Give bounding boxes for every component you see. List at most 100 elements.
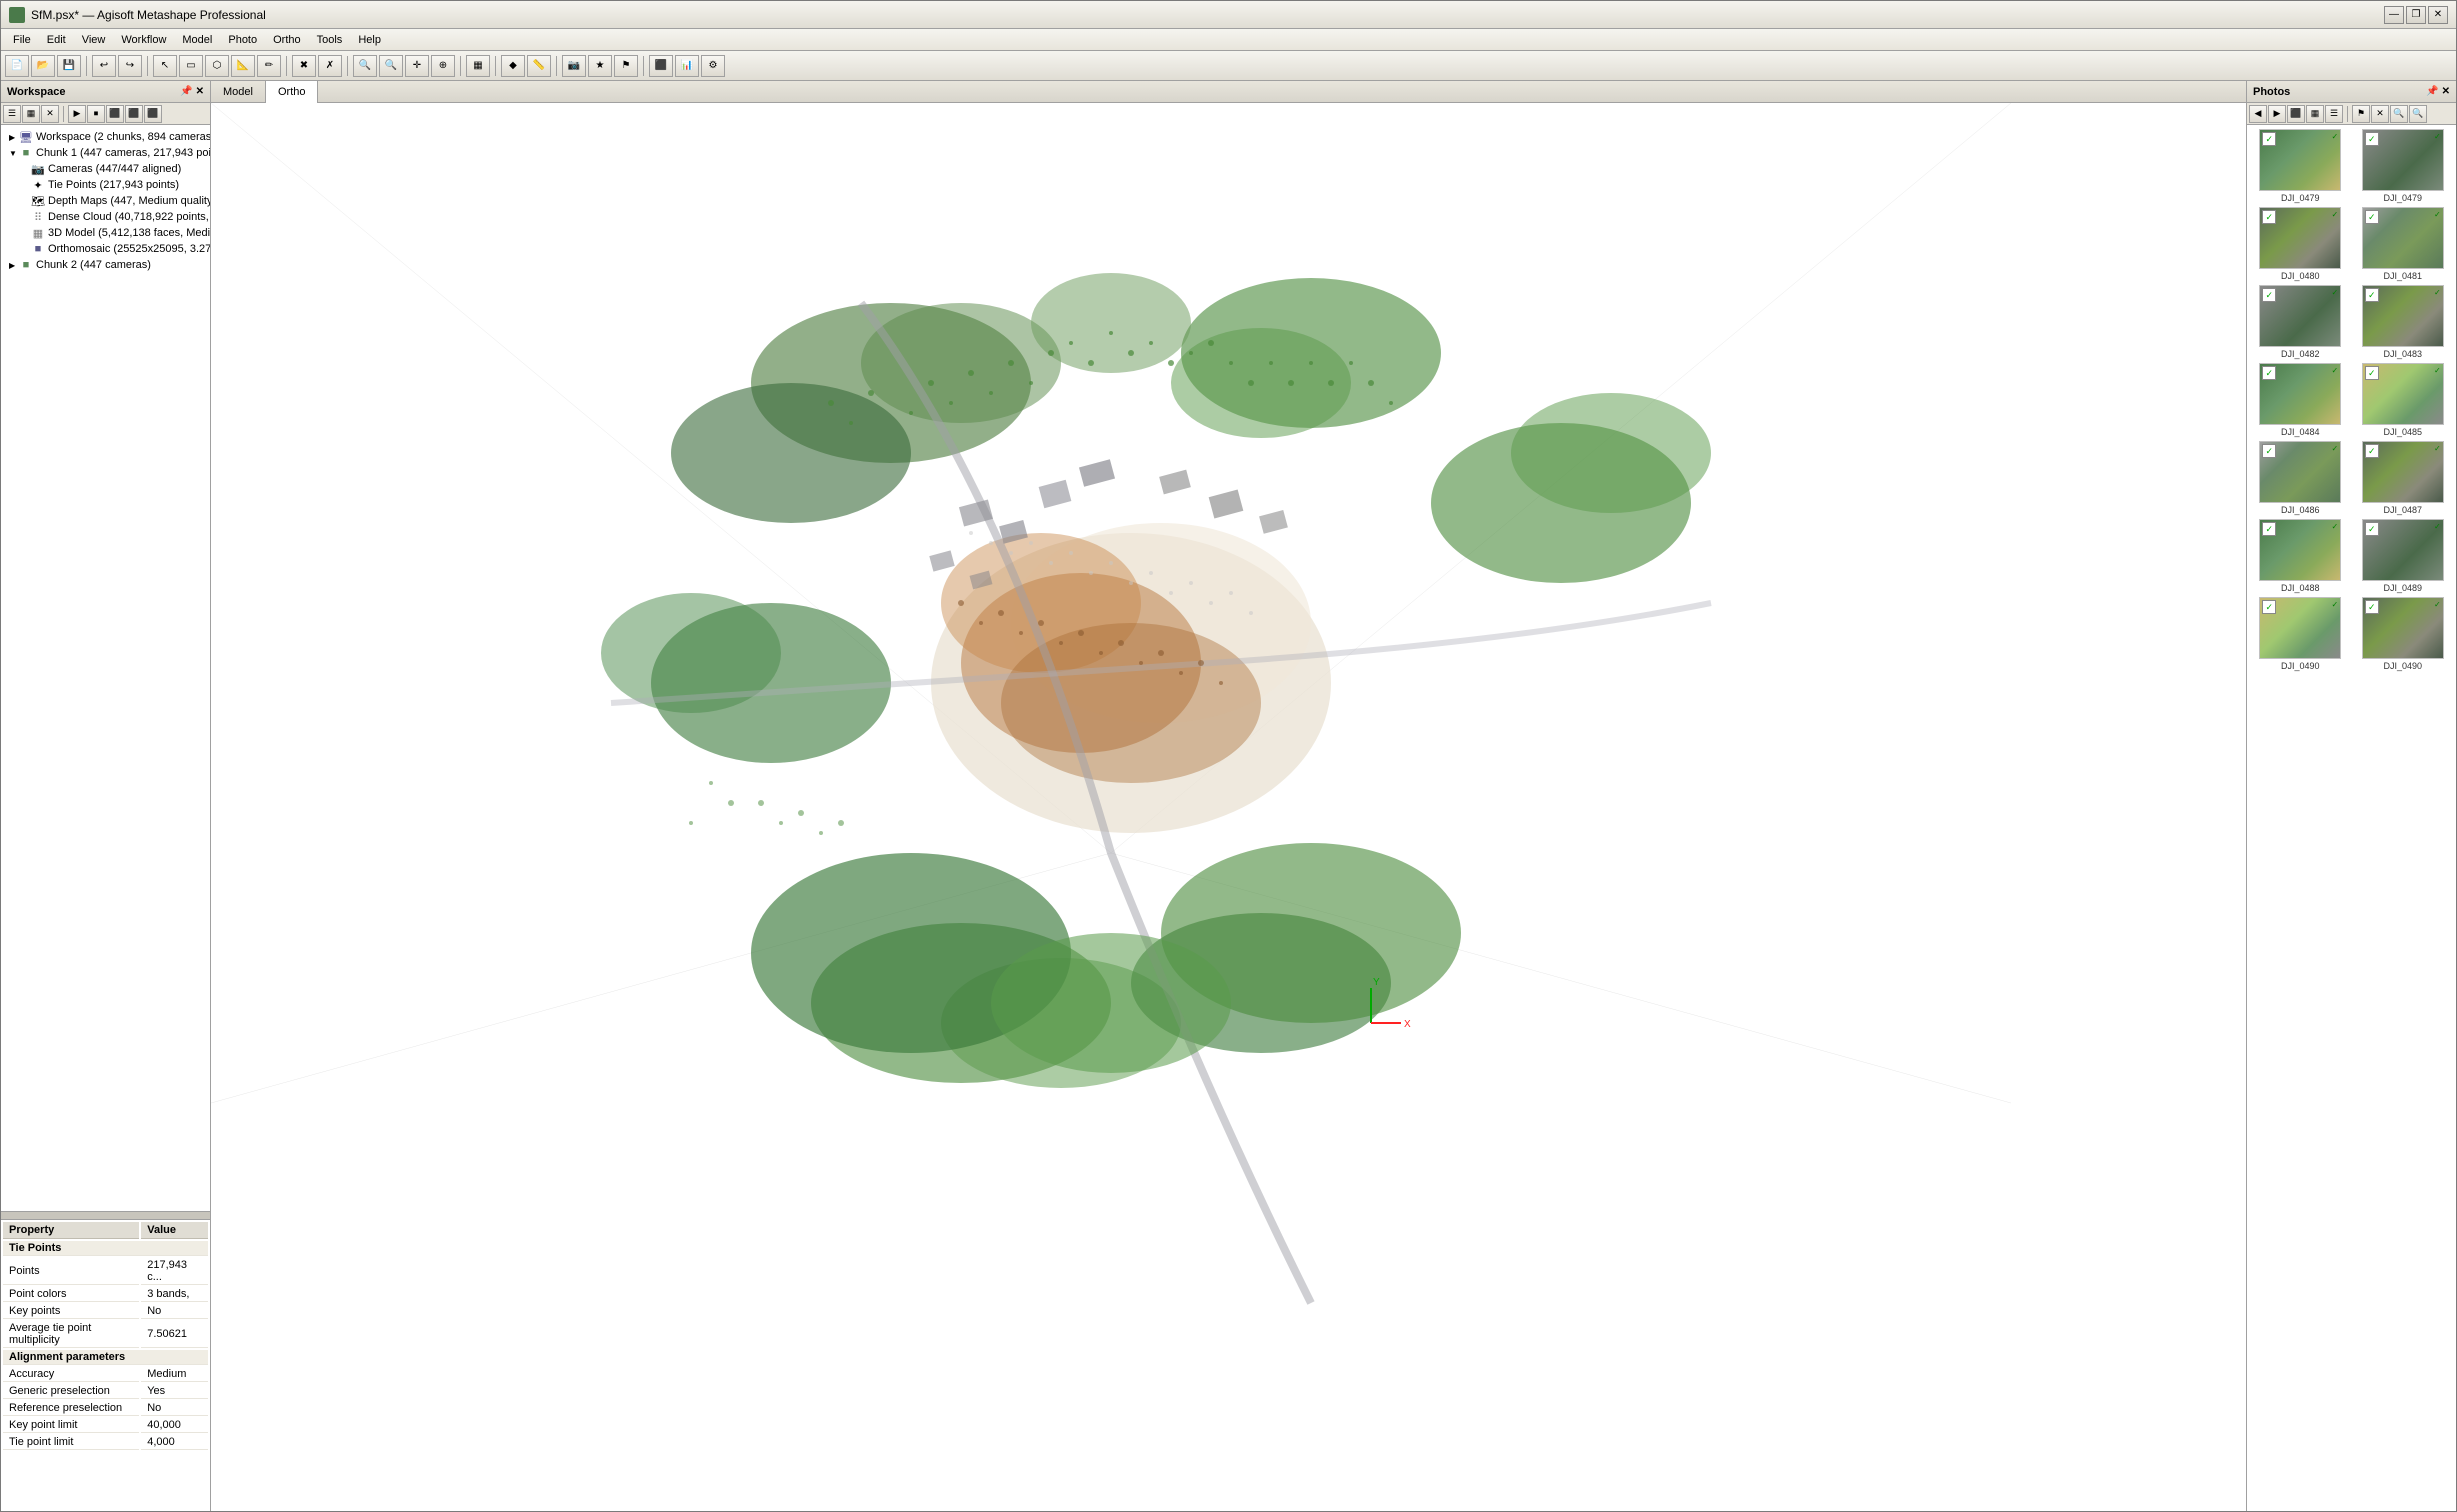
- photos-pin-icon[interactable]: 📌: [2426, 86, 2438, 97]
- tree-densecloud[interactable]: ▶ ⠿ Dense Cloud (40,718,922 points, Me..…: [1, 209, 210, 225]
- menu-tools[interactable]: Tools: [309, 32, 351, 48]
- photos-btn-6[interactable]: ⚑: [2352, 105, 2370, 123]
- photo-item-dji0481[interactable]: ✓ ✓ DJI_0481: [2354, 207, 2453, 281]
- photo-check-dji0488[interactable]: ✓: [2262, 522, 2276, 536]
- photos-btn-3[interactable]: ⬛: [2287, 105, 2305, 123]
- photos-btn-4[interactable]: ▦: [2306, 105, 2324, 123]
- photo-item-dji0488[interactable]: ✓ ✓ DJI_0488: [2251, 519, 2350, 593]
- photo-check-dji0480[interactable]: ✓: [2262, 210, 2276, 224]
- ws-btn-5[interactable]: ⏹: [87, 105, 105, 123]
- photo-thumb-dji0488[interactable]: ✓ ✓: [2259, 519, 2341, 581]
- photo-item-dji0490b[interactable]: ✓ ✓ DJI_0490: [2354, 597, 2453, 671]
- toolbar-undo[interactable]: ↩: [92, 55, 116, 77]
- photo-thumb-dji0484[interactable]: ✓ ✓: [2259, 363, 2341, 425]
- photo-check-dji0490a[interactable]: ✓: [2262, 600, 2276, 614]
- photo-item-dji0479a[interactable]: ✓ ✓ DJI_0479: [2251, 129, 2350, 203]
- menu-workflow[interactable]: Workflow: [113, 32, 174, 48]
- photo-item-dji0489[interactable]: ✓ ✓ DJI_0489: [2354, 519, 2453, 593]
- toolbar-zoom-in[interactable]: 🔍: [379, 55, 403, 77]
- photo-thumb-dji0479b[interactable]: ✓ ✓: [2362, 129, 2444, 191]
- photo-item-dji0490a[interactable]: ✓ ✓ DJI_0490: [2251, 597, 2350, 671]
- menu-file[interactable]: File: [5, 32, 39, 48]
- tree-tiepoints[interactable]: ▶ ✦ Tie Points (217,943 points): [1, 177, 210, 193]
- toolbar-camera[interactable]: 📷: [562, 55, 586, 77]
- tab-model[interactable]: Model: [211, 81, 266, 103]
- photo-thumb-dji0485[interactable]: ✓ ✓: [2362, 363, 2444, 425]
- photo-item-dji0480[interactable]: ✓ ✓ DJI_0480: [2251, 207, 2350, 281]
- toolbar-new[interactable]: 📄: [5, 55, 29, 77]
- photos-btn-1[interactable]: ◀: [2249, 105, 2267, 123]
- photo-item-dji0485[interactable]: ✓ ✓ DJI_0485: [2354, 363, 2453, 437]
- ws-btn-2[interactable]: ▦: [22, 105, 40, 123]
- minimize-button[interactable]: —: [2384, 6, 2404, 24]
- toolbar-grid[interactable]: ▦: [466, 55, 490, 77]
- toolbar-redo[interactable]: ↪: [118, 55, 142, 77]
- photos-btn-8[interactable]: 🔍: [2390, 105, 2408, 123]
- photo-check-dji0479a[interactable]: ✓: [2262, 132, 2276, 146]
- ws-btn-8[interactable]: ⬛: [144, 105, 162, 123]
- photo-check-dji0483[interactable]: ✓: [2365, 288, 2379, 302]
- photo-thumb-dji0486[interactable]: ✓ ✓: [2259, 441, 2341, 503]
- photos-close-icon[interactable]: ✕: [2442, 86, 2450, 97]
- menu-edit[interactable]: Edit: [39, 32, 74, 48]
- photo-item-dji0487[interactable]: ✓ ✓ DJI_0487: [2354, 441, 2453, 515]
- toolbar-rotate[interactable]: ⊕: [431, 55, 455, 77]
- viewport[interactable]: Perspective XT Drag Axis, ID: [211, 103, 2246, 1511]
- photo-check-dji0486[interactable]: ✓: [2262, 444, 2276, 458]
- ws-btn-3[interactable]: ✕: [41, 105, 59, 123]
- ws-btn-6[interactable]: ⬛: [106, 105, 124, 123]
- tree-chunk1[interactable]: ▼ ■ Chunk 1 (447 cameras, 217,943 points: [1, 145, 210, 161]
- toolbar-measure[interactable]: 📐: [231, 55, 255, 77]
- toolbar-marker[interactable]: ◆: [501, 55, 525, 77]
- toolbar-chart[interactable]: 📊: [675, 55, 699, 77]
- menu-ortho[interactable]: Ortho: [265, 32, 309, 48]
- toolbar-pen[interactable]: ✏: [257, 55, 281, 77]
- tree-cameras[interactable]: ▶ 📷 Cameras (447/447 aligned): [1, 161, 210, 177]
- photo-check-dji0479b[interactable]: ✓: [2365, 132, 2379, 146]
- workspace-close-icon[interactable]: ✕: [196, 86, 204, 97]
- ws-btn-1[interactable]: ☰: [3, 105, 21, 123]
- photo-check-dji0484[interactable]: ✓: [2262, 366, 2276, 380]
- toolbar-pan[interactable]: ✛: [405, 55, 429, 77]
- toolbar-save[interactable]: 💾: [57, 55, 81, 77]
- toolbar-brush[interactable]: ⬡: [205, 55, 229, 77]
- photos-btn-2[interactable]: ▶: [2268, 105, 2286, 123]
- photo-thumb-dji0490b[interactable]: ✓ ✓: [2362, 597, 2444, 659]
- photo-thumb-dji0482[interactable]: ✓ ✓: [2259, 285, 2341, 347]
- menu-photo[interactable]: Photo: [220, 32, 265, 48]
- photo-item-dji0482[interactable]: ✓ ✓ DJI_0482: [2251, 285, 2350, 359]
- tree-model3d[interactable]: ▶ ▦ 3D Model (5,412,138 faces, Medium...: [1, 225, 210, 241]
- photo-item-dji0479b[interactable]: ✓ ✓ DJI_0479: [2354, 129, 2453, 203]
- close-button[interactable]: ✕: [2428, 6, 2448, 24]
- photo-check-dji0481[interactable]: ✓: [2365, 210, 2379, 224]
- toolbar-star[interactable]: ★: [588, 55, 612, 77]
- ws-btn-4[interactable]: ▶: [68, 105, 86, 123]
- menu-model[interactable]: Model: [174, 32, 220, 48]
- toolbar-select[interactable]: ↖: [153, 55, 177, 77]
- photo-check-dji0485[interactable]: ✓: [2365, 366, 2379, 380]
- toolbar-delete2[interactable]: ✗: [318, 55, 342, 77]
- toolbar-open[interactable]: 📂: [31, 55, 55, 77]
- photo-item-dji0484[interactable]: ✓ ✓ DJI_0484: [2251, 363, 2350, 437]
- photos-btn-7[interactable]: ✕: [2371, 105, 2389, 123]
- prop-scrollbar-area[interactable]: [1, 1212, 210, 1220]
- tree-depthmaps[interactable]: ▶ 🗺 Depth Maps (447, Medium quality, P..…: [1, 193, 210, 209]
- photo-thumb-dji0481[interactable]: ✓ ✓: [2362, 207, 2444, 269]
- photo-thumb-dji0479a[interactable]: ✓ ✓: [2259, 129, 2341, 191]
- photo-thumb-dji0483[interactable]: ✓ ✓: [2362, 285, 2444, 347]
- tab-ortho[interactable]: Ortho: [266, 81, 319, 103]
- photo-thumb-dji0489[interactable]: ✓ ✓: [2362, 519, 2444, 581]
- photo-check-dji0487[interactable]: ✓: [2365, 444, 2379, 458]
- tree-ortho[interactable]: ▶ ■ Orthomosaic (25525x25095, 3.27 cm...: [1, 241, 210, 257]
- photo-check-dji0490b[interactable]: ✓: [2365, 600, 2379, 614]
- workspace-pin-icon[interactable]: 📌: [180, 86, 192, 97]
- toolbar-flag[interactable]: ⚑: [614, 55, 638, 77]
- toolbar-ruler[interactable]: 📏: [527, 55, 551, 77]
- photos-btn-9[interactable]: 🔍: [2409, 105, 2427, 123]
- photo-thumb-dji0487[interactable]: ✓ ✓: [2362, 441, 2444, 503]
- photo-thumb-dji0490a[interactable]: ✓ ✓: [2259, 597, 2341, 659]
- toolbar-delete[interactable]: ✖: [292, 55, 316, 77]
- toolbar-zoom-out[interactable]: 🔍: [353, 55, 377, 77]
- ws-btn-7[interactable]: ⬛: [125, 105, 143, 123]
- toolbar-rect-select[interactable]: ▭: [179, 55, 203, 77]
